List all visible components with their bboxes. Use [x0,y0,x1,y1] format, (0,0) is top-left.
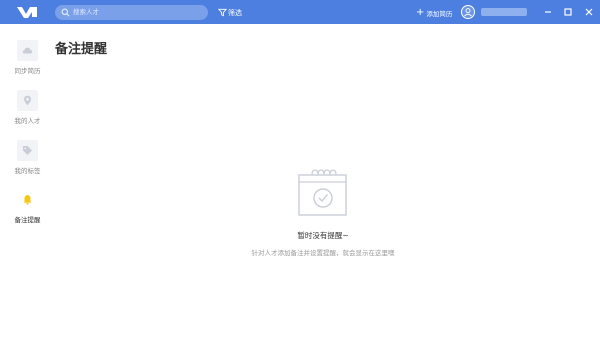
sidebar-tile [17,140,38,161]
sidebar-tile [17,40,38,61]
bell-icon [23,195,32,205]
search-input[interactable]: 搜索人才 [55,5,208,20]
add-resume-button[interactable]: + 添加简历 [416,5,452,20]
filter-button[interactable]: 筛选 [218,5,242,20]
tag-icon [23,146,32,155]
search-icon [61,8,70,17]
sidebar-tile [17,90,38,111]
cloud-icon [22,47,33,54]
close-icon[interactable] [582,5,596,19]
page-title: 备注提醒 [55,42,108,57]
app-logo-icon[interactable] [15,4,39,20]
sidebar-item-reminders[interactable]: 备注提醒 [0,189,55,235]
top-bar: 搜索人才 筛选 + 添加简历 [0,0,600,24]
maximize-icon[interactable] [561,5,575,19]
minimize-icon[interactable] [541,5,555,19]
filter-label: 筛选 [228,8,242,17]
user-icon [464,8,472,17]
add-resume-label: 添加简历 [426,9,453,18]
avatar[interactable] [461,5,475,19]
sidebar-item-my-talent[interactable]: 我的人才 [0,90,55,136]
sidebar-item-label: 我的标签 [14,167,41,175]
plus-icon: + [416,6,425,18]
sidebar-item-label: 同步简历 [14,67,41,75]
sidebar-item-label: 我的人才 [14,117,41,125]
sidebar-item-label: 备注提醒 [14,216,41,224]
sidebar-item-my-tags[interactable]: 我的标签 [0,140,55,186]
sidebar-item-sync-resume[interactable]: 同步简历 [0,40,55,86]
filter-icon [218,8,227,17]
sidebar-tile [17,189,38,210]
empty-state-description: 针对人才添加备注并设置提醒，就会显示在这里噢 [251,249,395,257]
empty-state-title: 暂时没有提醒~ [297,231,349,240]
calendar-check-icon [298,169,347,216]
search-placeholder: 搜索人才 [73,8,99,16]
location-pin-icon [24,95,31,106]
username-redacted[interactable] [481,8,527,16]
